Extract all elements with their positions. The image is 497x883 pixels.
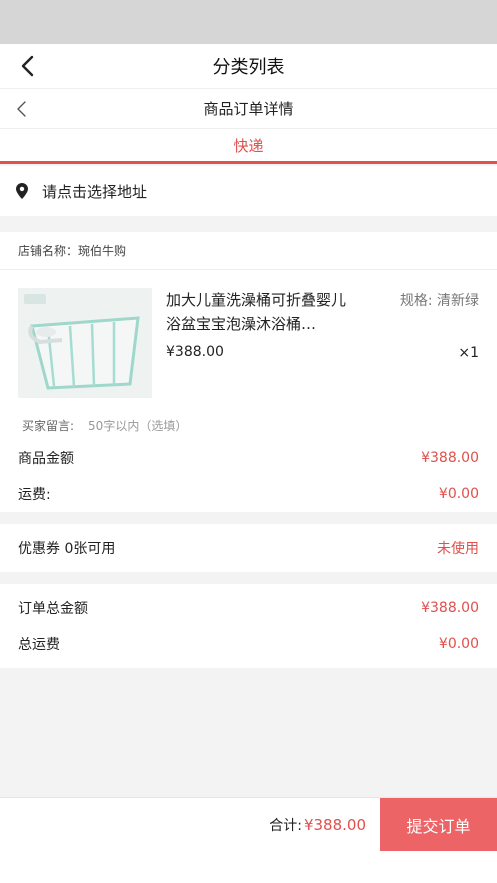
status-bar (0, 0, 497, 44)
buyer-message-label: 买家留言: (22, 418, 75, 433)
goods-amount-row: 商品金额 ¥388.00 (0, 440, 497, 476)
sum-label: 合计: (269, 817, 302, 834)
sub-nav: 商品订单详情 (0, 88, 497, 128)
goods-amount-value: ¥388.00 (421, 450, 479, 466)
product-info: 加大儿童洗澡桶可折叠婴儿浴盆宝宝泡澡沐浴桶… 规格: 清新绿 ¥388.00 ×… (166, 288, 479, 398)
order-card: 店铺名称：琬伯牛购 加大儿童洗澡桶可折叠婴儿浴盆宝宝泡澡沐浴桶… 规格: 清新绿… (0, 232, 497, 512)
address-selector[interactable]: 请点击选择地址 (0, 166, 497, 216)
top-nav: 分类列表 (0, 44, 497, 88)
product-price: ¥388.00 (166, 344, 224, 360)
buyer-message[interactable]: 买家留言: 50字以内（选填） (0, 410, 497, 440)
tab-delivery[interactable]: 快递 (0, 128, 497, 164)
product-quantity: ×1 (458, 345, 479, 361)
total-shipping-row: 总运费 ¥0.00 (0, 626, 497, 662)
coupon-row[interactable]: 优惠券 0张可用 未使用 (0, 524, 497, 572)
totals-section: 订单总金额 ¥388.00 总运费 ¥0.00 (0, 584, 497, 668)
coupon-label: 优惠券 0张可用 (18, 541, 116, 557)
sub-page-title: 商品订单详情 (203, 100, 294, 118)
location-pin-icon (16, 183, 30, 199)
store-name: 店铺名称：琬伯牛购 (0, 232, 497, 270)
order-total-row: 订单总金额 ¥388.00 (0, 590, 497, 626)
product-image (18, 288, 152, 398)
product-spec: 规格: 清新绿 (399, 293, 479, 309)
shipping-label: 运费: (18, 487, 51, 503)
coupon-status: 未使用 (437, 541, 479, 557)
sum-value: ¥388.00 (303, 815, 366, 834)
address-placeholder: 请点击选择地址 (42, 182, 148, 201)
shipping-row: 运费: ¥0.00 (0, 476, 497, 512)
buyer-message-input[interactable]: 50字以内（选填） (88, 417, 187, 434)
home-indicator-area (0, 851, 497, 883)
checkout-bar: 合计: ¥388.00 提交订单 (0, 797, 497, 852)
total-shipping-label: 总运费 (18, 637, 60, 653)
order-total-label: 订单总金额 (18, 601, 88, 617)
shipping-value: ¥0.00 (438, 486, 479, 502)
page-title: 分类列表 (212, 57, 285, 78)
product-item[interactable]: 加大儿童洗澡桶可折叠婴儿浴盆宝宝泡澡沐浴桶… 规格: 清新绿 ¥388.00 ×… (0, 270, 497, 410)
back-arrow-icon[interactable] (14, 52, 42, 80)
tab-delivery-label: 快递 (233, 136, 264, 155)
sub-back-arrow-icon[interactable] (10, 97, 34, 121)
submit-order-button[interactable]: 提交订单 (380, 797, 497, 852)
total-shipping-value: ¥0.00 (438, 636, 479, 652)
order-total-value: ¥388.00 (421, 600, 479, 616)
goods-amount-label: 商品金额 (18, 451, 74, 467)
product-name: 加大儿童洗澡桶可折叠婴儿浴盆宝宝泡澡沐浴桶… (166, 291, 347, 333)
